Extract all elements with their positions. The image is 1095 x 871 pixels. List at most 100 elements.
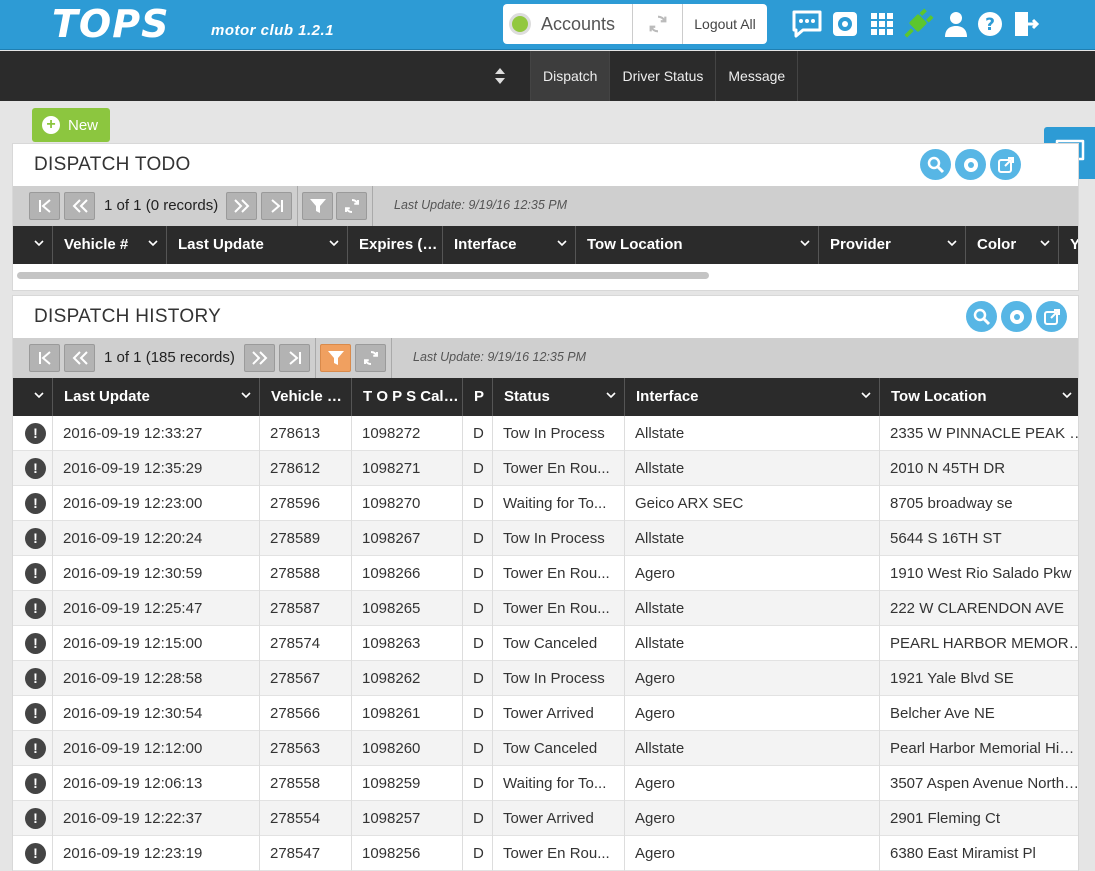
column-header-interface[interactable]: Interface (625, 378, 880, 416)
cell-p-text: D (473, 460, 484, 477)
alert-icon[interactable]: ! (25, 808, 46, 829)
apps-button[interactable] (866, 8, 898, 40)
app-logo[interactable]: TOPS (52, 2, 169, 46)
row-alert-cell[interactable]: ! (13, 626, 53, 661)
next-page-button[interactable] (244, 344, 275, 372)
column-header-year[interactable]: Y (1059, 226, 1078, 264)
row-alert-cell[interactable]: ! (13, 486, 53, 521)
alert-icon[interactable]: ! (25, 493, 46, 514)
column-header-color[interactable]: Color (966, 226, 1059, 264)
todo-settings-button[interactable] (955, 149, 986, 180)
prev-page-button[interactable] (64, 344, 95, 372)
filter-button[interactable] (302, 192, 333, 220)
table-row[interactable]: ! 2016-09-19 12:28:58 278567 1098262 D Tow In… (13, 661, 1078, 696)
last-page-button[interactable] (279, 344, 310, 372)
alert-icon[interactable]: ! (25, 738, 46, 759)
alert-icon[interactable]: ! (25, 528, 46, 549)
row-alert-cell[interactable]: ! (13, 661, 53, 696)
alert-icon[interactable]: ! (25, 633, 46, 654)
chevron-down-icon (329, 240, 339, 247)
chat-button[interactable] (791, 8, 823, 40)
nav-tab-driver-status[interactable]: Driver Status (609, 51, 715, 101)
table-row[interactable]: ! 2016-09-19 12:23:19 278547 1098256 D Tower … (13, 836, 1078, 871)
alert-icon[interactable]: ! (25, 458, 46, 479)
table-row[interactable]: ! 2016-09-19 12:33:27 278613 1098272 D Tow In… (13, 416, 1078, 451)
cell-interface-text: Allstate (635, 425, 685, 442)
column-header-last-update[interactable]: Last Update (167, 226, 348, 264)
first-page-button[interactable] (29, 344, 60, 372)
nav-tab-dispatch[interactable]: Dispatch (530, 51, 610, 101)
column-header-status[interactable]: Status (493, 378, 625, 416)
nav-collapse-button[interactable] (490, 65, 510, 87)
table-row[interactable]: ! 2016-09-19 12:23:00 278596 1098270 D Waitin… (13, 486, 1078, 521)
column-header-tow-location[interactable]: Tow Location (576, 226, 819, 264)
accounts-button[interactable]: Accounts (503, 4, 633, 44)
column-header-tops-call[interactable]: T O P S Cal… (352, 378, 463, 416)
history-search-button[interactable] (966, 301, 997, 332)
column-header-provider[interactable]: Provider (819, 226, 966, 264)
connection-button[interactable] (902, 8, 934, 40)
todo-horizontal-scrollbar[interactable] (13, 264, 1078, 286)
cell-vehicle-text: 278588 (270, 565, 321, 582)
last-page-button[interactable] (261, 192, 292, 220)
cell-interface-text: Agero (635, 670, 676, 687)
row-alert-cell[interactable]: ! (13, 451, 53, 486)
history-export-button[interactable] (1036, 301, 1067, 332)
row-alert-cell[interactable]: ! (13, 696, 53, 731)
column-header-interface[interactable]: Interface (443, 226, 576, 264)
alert-icon[interactable]: ! (25, 423, 46, 444)
column-header-tow-location[interactable]: Tow Location (880, 378, 1078, 416)
todo-search-button[interactable] (920, 149, 951, 180)
table-row[interactable]: ! 2016-09-19 12:30:59 278588 1098266 D Tower … (13, 556, 1078, 591)
alert-icon[interactable]: ! (25, 598, 46, 619)
alert-icon[interactable]: ! (25, 843, 46, 864)
alert-icon[interactable]: ! (25, 668, 46, 689)
refresh-button[interactable] (355, 344, 386, 372)
column-header-vehicle[interactable]: Vehicle # (53, 226, 167, 264)
history-settings-button[interactable] (1001, 301, 1032, 332)
column-header-vehicle[interactable]: Vehicle … (260, 378, 352, 416)
row-alert-cell[interactable]: ! (13, 766, 53, 801)
column-header-last-update[interactable]: Last Update (53, 378, 260, 416)
table-row[interactable]: ! 2016-09-19 12:22:37 278554 1098257 D Tower … (13, 801, 1078, 836)
nav-tab-message[interactable]: Message (715, 51, 799, 101)
logout-all-button[interactable]: Logout All (683, 4, 767, 44)
logout-button[interactable] (1010, 8, 1042, 40)
new-dispatch-button[interactable]: + New (32, 108, 110, 142)
column-header-select[interactable] (13, 226, 53, 264)
filter-button-active[interactable] (320, 344, 351, 372)
row-alert-cell[interactable]: ! (13, 591, 53, 626)
table-row[interactable]: ! 2016-09-19 12:15:00 278574 1098263 D Tow Ca… (13, 626, 1078, 661)
alert-icon[interactable]: ! (25, 703, 46, 724)
user-button[interactable] (940, 8, 972, 40)
cell-interface-text: Allstate (635, 740, 685, 757)
help-button[interactable]: ? (974, 8, 1006, 40)
table-row[interactable]: ! 2016-09-19 12:12:00 278563 1098260 D Tow Ca… (13, 731, 1078, 766)
table-row[interactable]: ! 2016-09-19 12:06:13 278558 1098259 D Waitin… (13, 766, 1078, 801)
refresh-button[interactable] (336, 192, 367, 220)
next-page-button[interactable] (226, 192, 257, 220)
alert-icon[interactable]: ! (25, 563, 46, 584)
row-alert-cell[interactable]: ! (13, 416, 53, 451)
cell-p-text: D (473, 845, 484, 862)
alert-icon[interactable]: ! (25, 773, 46, 794)
row-alert-cell[interactable]: ! (13, 836, 53, 871)
table-row[interactable]: ! 2016-09-19 12:20:24 278589 1098267 D Tow In… (13, 521, 1078, 556)
todo-export-button[interactable] (990, 149, 1021, 180)
settings-button[interactable] (829, 8, 861, 40)
row-alert-cell[interactable]: ! (13, 731, 53, 766)
row-alert-cell[interactable]: ! (13, 521, 53, 556)
table-row[interactable]: ! 2016-09-19 12:30:54 278566 1098261 D Tower … (13, 696, 1078, 731)
cell-interface: Agero (625, 556, 880, 591)
table-row[interactable]: ! 2016-09-19 12:35:29 278612 1098271 D Tower … (13, 451, 1078, 486)
prev-page-button[interactable] (64, 192, 95, 220)
row-alert-cell[interactable]: ! (13, 801, 53, 836)
table-row[interactable]: ! 2016-09-19 12:25:47 278587 1098265 D Tower … (13, 591, 1078, 626)
column-header-p[interactable]: P (463, 378, 493, 416)
row-alert-cell[interactable]: ! (13, 556, 53, 591)
accounts-refresh-button[interactable] (633, 4, 683, 44)
scrollbar-thumb[interactable] (17, 272, 709, 279)
column-header-select[interactable] (13, 378, 53, 416)
first-page-button[interactable] (29, 192, 60, 220)
column-header-expires[interactable]: Expires (… (348, 226, 443, 264)
